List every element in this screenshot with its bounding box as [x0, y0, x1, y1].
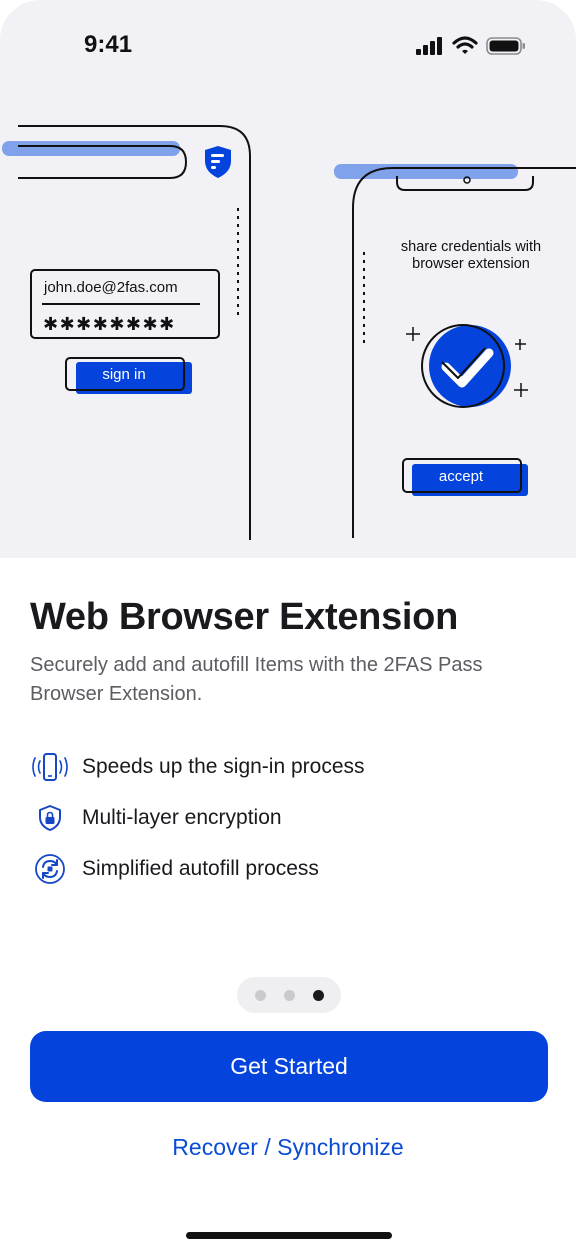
share-line-2: browser extension: [412, 256, 530, 272]
feature-label: Multi-layer encryption: [82, 806, 282, 829]
wifi-icon: [452, 36, 478, 54]
page-dot[interactable]: [254, 989, 266, 1001]
page-dot[interactable]: [283, 989, 295, 1001]
autofill-cycle-icon: [30, 851, 70, 887]
feature-item: Multi-layer encryption: [30, 800, 282, 836]
page-indicator: [237, 977, 341, 1013]
shield-lock-icon: [30, 800, 70, 836]
page-subtitle: Securely add and autofill Items with the…: [30, 654, 483, 705]
address-highlight: [2, 141, 180, 156]
share-line-1: share credentials with: [401, 239, 541, 255]
battery-icon: [486, 36, 525, 55]
cellular-signal-icon: [416, 36, 442, 55]
feature-item: Speeds up the sign-in process: [30, 749, 365, 785]
accept-label: accept: [439, 468, 484, 485]
sign-in-label: sign in: [102, 366, 145, 383]
feature-label: Speeds up the sign-in process: [82, 755, 365, 778]
get-started-button[interactable]: Get Started: [30, 1031, 548, 1102]
feature-label: Simplified autofill process: [82, 857, 319, 880]
status-time: 9:41: [84, 31, 133, 58]
phone-signal-icon: [30, 749, 70, 785]
home-indicator: [186, 1232, 392, 1239]
status-icons: [416, 36, 526, 55]
recover-synchronize-link[interactable]: Recover / Synchronize: [0, 1134, 576, 1161]
email-value: john.doe@2fas.com: [43, 279, 178, 296]
phone-highlight: [334, 164, 518, 179]
password-mask: ✱✱✱✱✱✱✱✱: [43, 314, 176, 334]
twofas-logo-icon: [205, 146, 231, 178]
status-bar: 9:41: [0, 0, 576, 96]
feature-item: Simplified autofill process: [30, 851, 319, 887]
check-badge-icon: [421, 324, 511, 408]
page-title: Web Browser Extension: [30, 596, 458, 638]
page-dot-active[interactable]: [312, 989, 324, 1001]
